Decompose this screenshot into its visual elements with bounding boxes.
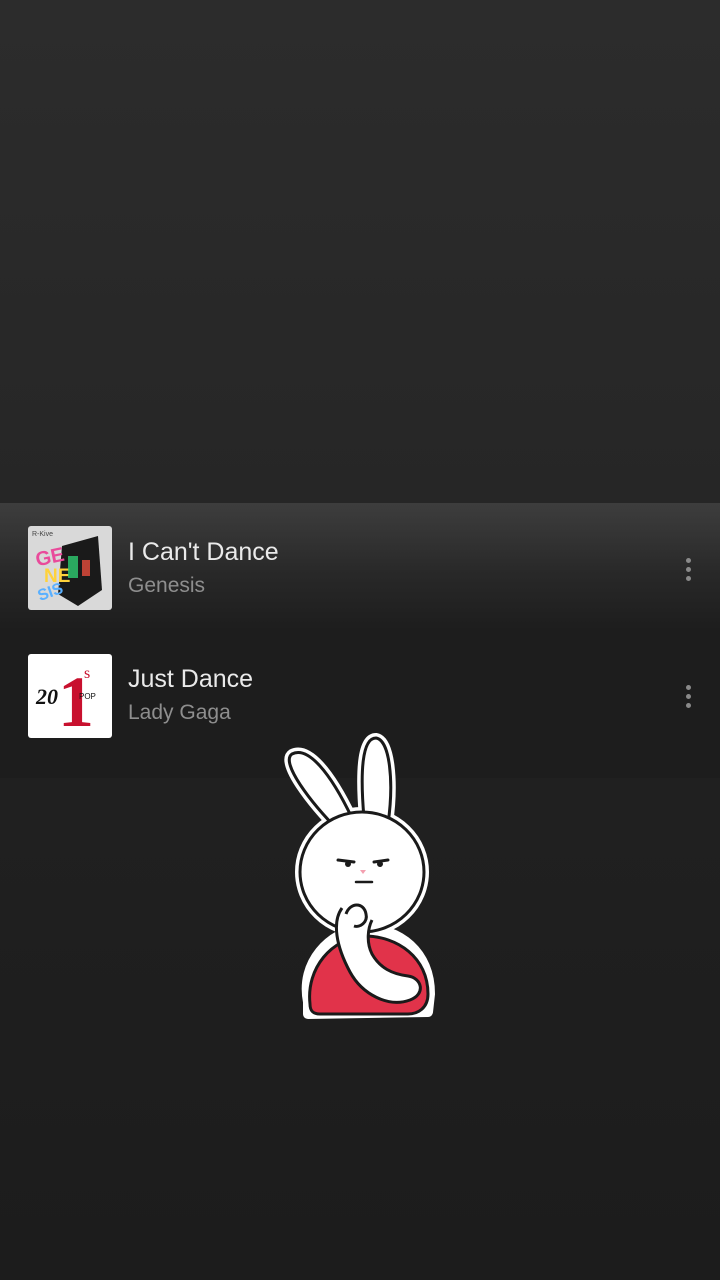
song-title: Just Dance (128, 665, 254, 693)
more-vertical-icon[interactable] (672, 549, 704, 589)
album-art-genesis: R-Kive GE NE SIS (28, 526, 112, 610)
song-row-i-cant-dance[interactable]: R-Kive GE NE SIS I Can't Dance Genesis (0, 503, 720, 630)
svg-text:POP: POP (79, 692, 96, 701)
thinking-bunny-sticker (284, 733, 435, 1019)
song-title: I Can't Dance (128, 538, 279, 566)
album-art-label: R-Kive (32, 531, 53, 538)
svg-text:20: 20 (35, 684, 58, 709)
more-vertical-icon[interactable] (672, 676, 704, 716)
svg-text:s: s (84, 665, 90, 682)
album-art-20s-pop: 1 s 20 POP (28, 654, 112, 738)
song-artist: Lady Gaga (128, 701, 231, 724)
song-artist: Genesis (128, 574, 206, 597)
